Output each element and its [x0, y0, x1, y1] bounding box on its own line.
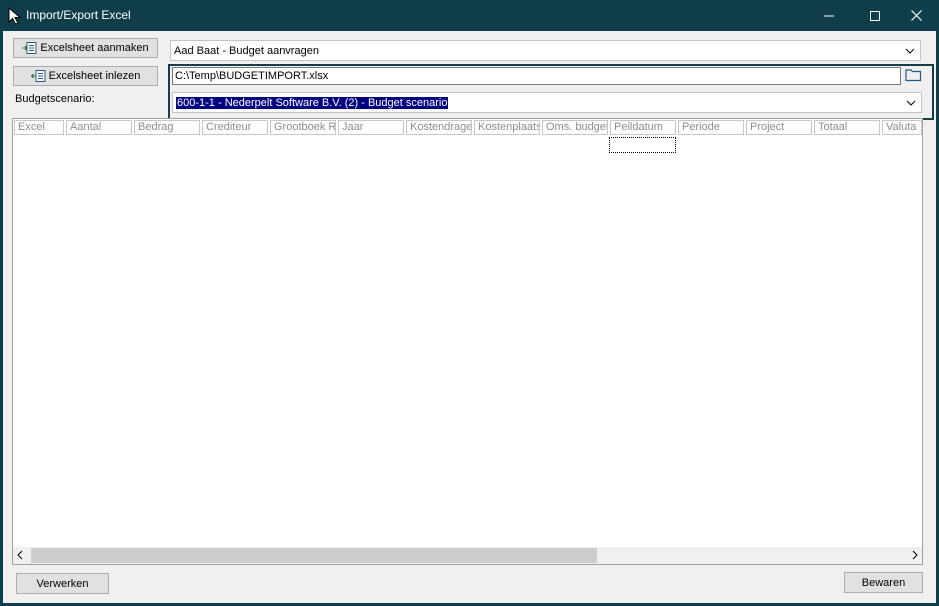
- read-excelsheet-label: Excelsheet inlezen: [48, 70, 141, 82]
- column-header-periode[interactable]: Periode: [678, 120, 744, 135]
- column-header-excel[interactable]: Excel: [14, 120, 64, 135]
- import-export-window: Import/Export Excel Excelsheet aanmaken: [0, 0, 939, 606]
- scroll-left-icon[interactable]: [16, 549, 24, 561]
- file-path-input[interactable]: C:\Temp\BUDGETIMPORT.xlsx: [172, 67, 901, 85]
- scrollbar-thumb[interactable]: [31, 548, 597, 563]
- template-value: Aad Baat - Budget aanvragen: [174, 45, 319, 57]
- chevron-down-icon: [906, 100, 916, 106]
- chevron-down-icon: [905, 48, 915, 54]
- budget-grid[interactable]: Excel Aantal Bedrag Crediteur Grootboek …: [12, 118, 923, 565]
- process-label: Verwerken: [36, 577, 89, 590]
- create-excelsheet-label: Excelsheet aanmaken: [40, 42, 149, 54]
- column-header-jaar[interactable]: Jaar: [338, 120, 404, 135]
- save-button[interactable]: Bewaren: [844, 572, 923, 593]
- file-path-value: C:\Temp\BUDGETIMPORT.xlsx: [175, 70, 329, 82]
- window-title: Import/Export Excel: [26, 8, 131, 22]
- column-header-valuta[interactable]: Valuta: [882, 120, 922, 135]
- folder-icon[interactable]: [905, 68, 922, 85]
- column-header-project[interactable]: Project: [746, 120, 812, 135]
- template-dropdown[interactable]: Aad Baat - Budget aanvragen: [170, 40, 921, 61]
- create-excelsheet-button[interactable]: Excelsheet aanmaken: [13, 38, 158, 58]
- focused-cell[interactable]: [609, 137, 676, 153]
- column-header-crediteur[interactable]: Crediteur: [202, 120, 268, 135]
- dialog-body: Excelsheet aanmaken Excelsheet inlezen B…: [3, 31, 936, 603]
- scroll-right-icon[interactable]: [911, 549, 919, 561]
- column-header-peildatum[interactable]: Peildatum: [610, 120, 676, 135]
- cursor-arrow-icon: [7, 6, 23, 25]
- scenario-dropdown[interactable]: 600-1-1 - Nederpelt Software B.V. (2) - …: [172, 92, 922, 113]
- column-header-totaal[interactable]: Totaal: [814, 120, 880, 135]
- budgetscenario-label: Budgetscenario:: [15, 93, 95, 105]
- minimize-button[interactable]: [806, 0, 852, 31]
- scenario-value: 600-1-1 - Nederpelt Software B.V. (2) - …: [176, 97, 449, 109]
- excel-import-icon: [30, 70, 46, 82]
- close-button[interactable]: [893, 0, 939, 31]
- maximize-button[interactable]: [852, 0, 898, 31]
- read-excelsheet-button[interactable]: Excelsheet inlezen: [13, 66, 158, 86]
- title-bar[interactable]: Import/Export Excel: [0, 0, 939, 31]
- column-header-aantal[interactable]: Aantal: [66, 120, 132, 135]
- save-label: Bewaren: [861, 576, 906, 589]
- column-header-bedrag[interactable]: Bedrag: [134, 120, 200, 135]
- excel-export-icon: [22, 42, 37, 54]
- column-header-oms-budget[interactable]: Oms. budget: [542, 120, 608, 135]
- column-header-kostendrager[interactable]: Kostendrager: [406, 120, 472, 135]
- column-header-kostenplaats[interactable]: Kostenplaats: [474, 120, 540, 135]
- column-header-grootboek[interactable]: Grootboek Re: [270, 120, 336, 135]
- process-button[interactable]: Verwerken: [16, 573, 109, 594]
- horizontal-scrollbar[interactable]: [13, 547, 922, 564]
